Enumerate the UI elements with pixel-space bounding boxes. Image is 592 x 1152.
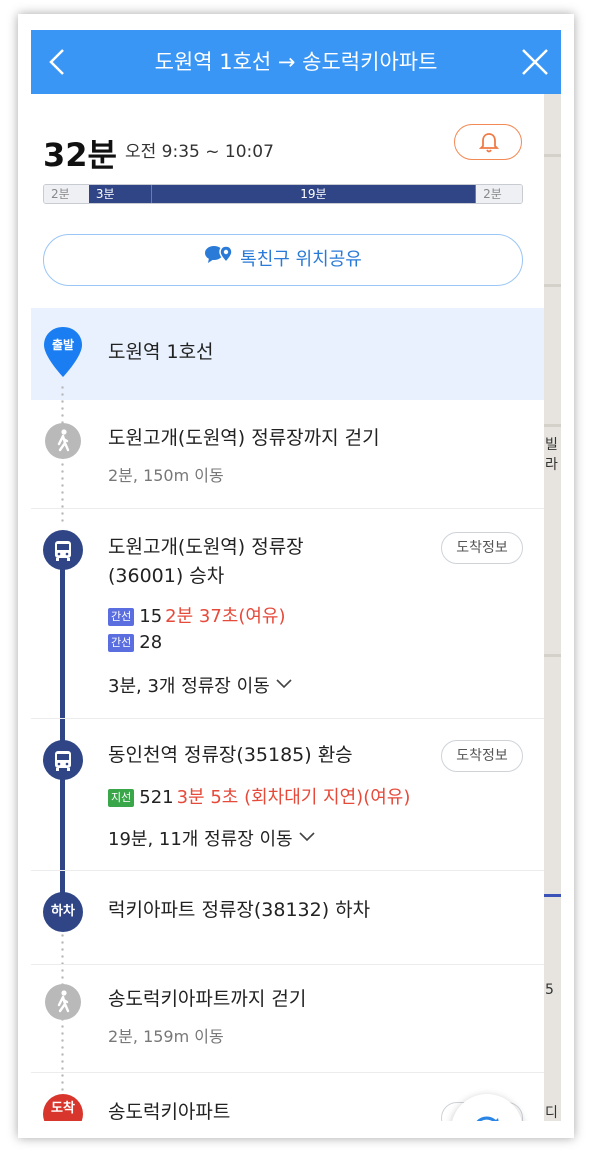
step-start[interactable]: 도원역 1호선 xyxy=(31,308,544,400)
walk-icon xyxy=(45,984,81,1020)
close-icon xyxy=(522,49,548,75)
start-badge: 출발 xyxy=(52,337,74,352)
route-type-badge: 간선 xyxy=(108,634,135,652)
chevron-down-icon xyxy=(299,826,315,847)
bus-line-track xyxy=(60,550,65,910)
stops-toggle[interactable]: 3분, 3개 정류장 이동 xyxy=(108,672,292,698)
bell-icon xyxy=(479,133,499,153)
walk-step-sub: 2분, 150m 이동 xyxy=(108,466,224,485)
chevron-left-icon xyxy=(49,49,64,75)
top-bar: 도원역 1호선 → 송도럭키아파트 xyxy=(31,30,561,94)
bus-route-row[interactable]: 간선 15 2분 37초(여유) xyxy=(108,602,286,628)
walk-line xyxy=(61,932,64,1121)
segment-bus: 19분 xyxy=(151,185,477,203)
board-stop-title: 도원고개(도원역) 정류장 (36001) 승차 xyxy=(108,533,304,591)
map-label: 빌라 xyxy=(545,437,558,473)
route-summary: 32분 오전 9:35 ~ 10:07 2분 3분 19분 2분 톡친구 위치공… xyxy=(31,94,544,308)
refresh-button[interactable] xyxy=(451,1094,523,1121)
back-button[interactable] xyxy=(39,40,79,84)
segment-walk: 2분 xyxy=(44,185,89,203)
time-range: 오전 9:35 ~ 10:07 xyxy=(125,142,274,162)
map-label: 5 xyxy=(545,982,554,998)
end-title: 송도럭키아파트 xyxy=(108,1101,231,1121)
arrival-time: 3분 5초 (회차대기 지연)(여유) xyxy=(176,787,411,808)
divider xyxy=(31,1072,544,1073)
board-stop-action: (36001) 승차 xyxy=(108,565,225,587)
divider xyxy=(31,870,544,871)
bus-icon xyxy=(43,740,83,780)
arrival-info-button[interactable]: 도착정보 xyxy=(441,740,523,772)
divider xyxy=(31,718,544,719)
segment-bar: 2분 3분 19분 2분 xyxy=(43,184,523,204)
alight-stop-title: 럭키아파트 정류장(38132) 하차 xyxy=(108,899,371,921)
alarm-button[interactable] xyxy=(454,124,522,160)
board-stop-name: 도원고개(도원역) 정류장 xyxy=(108,536,304,558)
route-title: 도원역 1호선 → 송도럭키아파트 xyxy=(154,50,438,74)
stops-toggle[interactable]: 19분, 11개 정류장 이동 xyxy=(108,825,315,851)
map-label: 디 xyxy=(545,1105,558,1121)
walk-icon xyxy=(45,423,81,459)
arrival-time: 2분 37초(여유) xyxy=(165,606,286,627)
share-location-button[interactable]: 톡친구 위치공유 xyxy=(43,234,523,286)
bus-route-row[interactable]: 간선 28 xyxy=(108,632,162,653)
bus-number: 15 xyxy=(139,606,163,627)
route-type-badge: 지선 xyxy=(108,789,135,807)
stops-summary: 3분, 3개 정류장 이동 xyxy=(108,676,270,697)
end-badge: 도착 xyxy=(43,1094,83,1121)
bus-icon xyxy=(43,530,83,570)
start-title: 도원역 1호선 xyxy=(108,341,214,363)
divider xyxy=(31,964,544,965)
bus-number: 28 xyxy=(139,632,163,653)
stops-summary: 19분, 11개 정류장 이동 xyxy=(108,829,293,850)
total-duration: 32분 xyxy=(43,136,117,174)
walk-step-title: 송도럭키아파트까지 걷기 xyxy=(108,988,307,1010)
refresh-icon xyxy=(476,1116,499,1121)
alight-badge: 하차 xyxy=(43,892,83,932)
map-view[interactable]: 빌라 5 디 xyxy=(543,94,561,1121)
segment-walk: 2분 xyxy=(476,185,522,203)
route-type-badge: 간선 xyxy=(108,608,135,626)
chevron-down-icon xyxy=(276,673,292,694)
segment-bus: 3분 xyxy=(88,185,152,203)
walk-step-sub: 2분, 159m 이동 xyxy=(108,1027,224,1046)
divider xyxy=(31,508,544,509)
phone-screen: 빌라 5 디 도원역 1호선 → 송도럭키아파트 32분 오전 9:35 ~ 1… xyxy=(31,30,561,1121)
share-location-label: 톡친구 위치공유 xyxy=(240,249,362,270)
start-pin-icon: 출발 xyxy=(44,327,82,377)
walk-step-title: 도원고개(도원역) 정류장까지 걷기 xyxy=(108,427,380,449)
transfer-stop-title: 동인천역 정류장(35185) 환승 xyxy=(108,744,353,766)
close-button[interactable] xyxy=(515,40,555,84)
route-panel[interactable]: 32분 오전 9:35 ~ 10:07 2분 3분 19분 2분 톡친구 위치공… xyxy=(31,94,544,1121)
bus-number: 521 xyxy=(139,787,174,808)
bus-route-row[interactable]: 지선 521 3분 5초 (회차대기 지연)(여유) xyxy=(108,783,410,809)
arrival-info-button[interactable]: 도착정보 xyxy=(441,532,523,564)
talk-location-icon xyxy=(204,235,234,285)
